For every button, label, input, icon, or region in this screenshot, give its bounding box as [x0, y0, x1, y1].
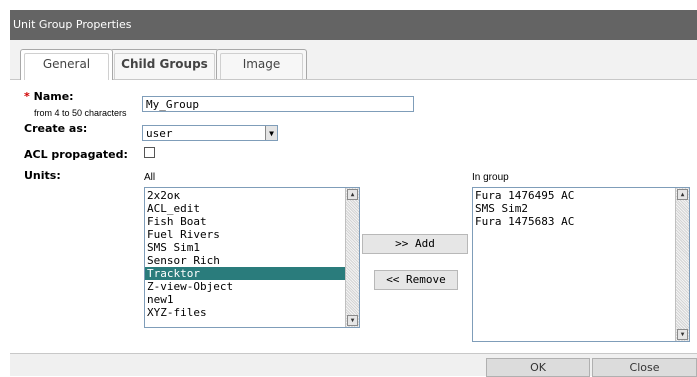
- list-item[interactable]: Fuel Rivers: [145, 228, 345, 241]
- in-group-caption: In group: [472, 172, 509, 183]
- chevron-down-icon[interactable]: ▼: [265, 126, 277, 140]
- tab-image[interactable]: Image: [216, 49, 307, 79]
- list-item[interactable]: new1: [145, 293, 345, 306]
- arrow-down-icon[interactable]: ▼: [677, 329, 688, 340]
- remove-button[interactable]: << Remove: [374, 270, 458, 290]
- tab-divider: [10, 79, 697, 80]
- list-item[interactable]: XYZ-files: [145, 306, 345, 319]
- list-item[interactable]: ACL_edit: [145, 202, 345, 215]
- tab-child-groups[interactable]: Child Groups: [110, 49, 219, 79]
- list-item-selected[interactable]: Tracktor: [145, 267, 345, 280]
- list-item[interactable]: SMS Sim1: [145, 241, 345, 254]
- list-item[interactable]: SMS Sim2: [473, 202, 675, 215]
- all-units-list[interactable]: 2x2ок ACL_edit Fish Boat Fuel Rivers SMS…: [144, 187, 360, 328]
- tab-general-frame: [24, 53, 109, 80]
- ok-button[interactable]: OK: [486, 358, 590, 377]
- all-units-scrollbar[interactable]: ▲ ▼: [345, 188, 359, 327]
- all-units-caption: All: [144, 172, 156, 183]
- list-item[interactable]: Fura 1475683 AC: [473, 215, 675, 228]
- name-input-value: My_Group: [146, 98, 199, 111]
- arrow-up-icon[interactable]: ▲: [347, 189, 358, 200]
- name-label-group: * Name:: [24, 90, 74, 103]
- required-mark: *: [24, 90, 30, 103]
- add-button[interactable]: >> Add: [362, 234, 468, 254]
- acl-propagated-label: ACL propagated:: [24, 148, 128, 161]
- in-group-scrollbar[interactable]: ▲ ▼: [675, 188, 689, 341]
- dialog-footer: OK Close: [10, 353, 697, 377]
- dialog-title: Unit Group Properties: [13, 18, 132, 31]
- list-item[interactable]: Sensor Rich: [145, 254, 345, 267]
- arrow-down-icon[interactable]: ▼: [347, 315, 358, 326]
- name-hint: from 4 to 50 characters: [34, 108, 127, 118]
- acl-propagated-checkbox[interactable]: [144, 147, 155, 158]
- tab-strip: General Child Groups Image: [10, 40, 697, 80]
- in-group-list[interactable]: Fura 1476495 AC SMS Sim2 Fura 1475683 AC…: [472, 187, 690, 342]
- name-input[interactable]: My_Group: [142, 96, 414, 112]
- all-units-items: 2x2ок ACL_edit Fish Boat Fuel Rivers SMS…: [145, 189, 345, 319]
- units-label: Units:: [24, 169, 61, 182]
- name-label: Name:: [33, 90, 74, 103]
- tab-image-frame: [220, 53, 303, 79]
- list-item[interactable]: 2x2ок: [145, 189, 345, 202]
- list-item[interactable]: Fish Boat: [145, 215, 345, 228]
- in-group-items: Fura 1476495 AC SMS Sim2 Fura 1475683 AC: [473, 189, 675, 228]
- close-button[interactable]: Close: [592, 358, 697, 377]
- list-item[interactable]: Fura 1476495 AC: [473, 189, 675, 202]
- tab-general[interactable]: General: [20, 49, 113, 80]
- list-item[interactable]: Z-view-Object: [145, 280, 345, 293]
- create-as-select[interactable]: user ▼: [142, 125, 278, 141]
- create-as-value: user: [146, 127, 173, 140]
- create-as-label: Create as:: [24, 122, 88, 135]
- unit-group-properties-dialog: Unit Group Properties General Child Grou…: [10, 10, 697, 377]
- dialog-titlebar: Unit Group Properties: [10, 10, 697, 40]
- arrow-up-icon[interactable]: ▲: [677, 189, 688, 200]
- tab-child-groups-frame: [114, 53, 215, 79]
